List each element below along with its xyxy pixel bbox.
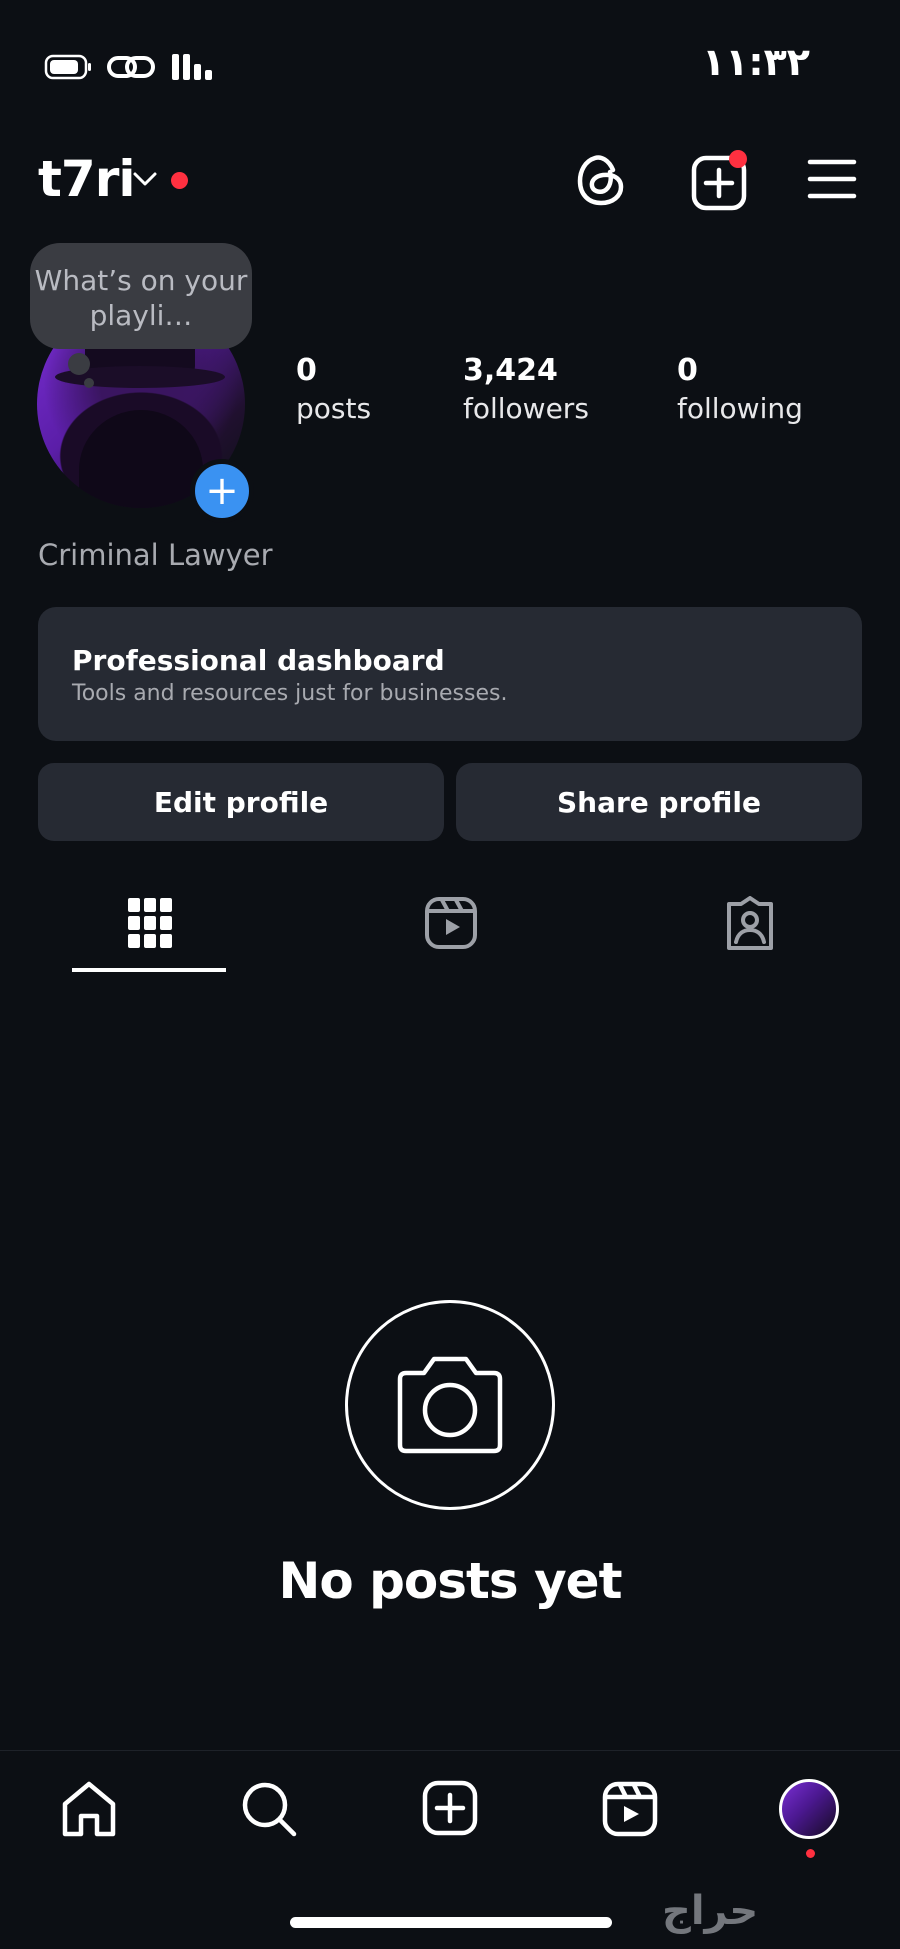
- dashboard-title: Professional dashboard: [72, 644, 445, 677]
- professional-dashboard-card[interactable]: Professional dashboard Tools and resourc…: [38, 607, 862, 741]
- home-indicator[interactable]: [290, 1917, 612, 1928]
- link-icon: [106, 52, 156, 82]
- camera-icon: [392, 1355, 508, 1455]
- stat-value: 3,424: [463, 353, 558, 388]
- edit-profile-button[interactable]: Edit profile: [38, 763, 444, 841]
- search-icon[interactable]: [240, 1780, 298, 1838]
- create-icon[interactable]: [422, 1780, 478, 1836]
- note-bubble[interactable]: What’s on your playli…: [30, 243, 252, 349]
- grid-icon[interactable]: [126, 896, 174, 950]
- reels-tab-icon[interactable]: [424, 895, 478, 951]
- add-story-button[interactable]: +: [190, 459, 254, 523]
- home-icon[interactable]: [60, 1780, 118, 1838]
- bottom-nav-divider: [0, 1750, 900, 1751]
- battery-icon: [44, 54, 92, 80]
- note-bubble-tail-small: [84, 378, 94, 388]
- stat-followers[interactable]: 3,424 followers: [463, 352, 589, 428]
- notification-dot: [171, 172, 188, 189]
- stat-label: followers: [463, 392, 589, 425]
- status-time: ١١:٣٢: [702, 40, 810, 84]
- tagged-icon[interactable]: [723, 896, 777, 952]
- stat-value: 0: [296, 353, 317, 388]
- stat-following[interactable]: 0 following: [677, 352, 803, 428]
- profile-nav-avatar[interactable]: [779, 1779, 839, 1839]
- stat-value: 0: [677, 353, 698, 388]
- signal-icon: [170, 52, 218, 82]
- dashboard-subtitle: Tools and resources just for businesses.: [72, 681, 508, 706]
- stat-label: following: [677, 392, 803, 425]
- note-bubble-tail: [68, 353, 90, 375]
- status-bar-left: [44, 52, 218, 82]
- watermark: حراج: [662, 1888, 759, 1934]
- threads-icon[interactable]: [575, 150, 627, 208]
- menu-icon[interactable]: [807, 158, 857, 200]
- stat-label: posts: [296, 392, 372, 425]
- active-tab-indicator: [72, 968, 226, 972]
- stat-posts[interactable]: 0 posts: [296, 352, 371, 428]
- avatar-figure: [79, 410, 203, 508]
- reels-icon[interactable]: [602, 1781, 658, 1837]
- share-profile-button[interactable]: Share profile: [456, 763, 862, 841]
- create-post-icon[interactable]: [690, 150, 752, 212]
- notification-dot: [806, 1849, 815, 1858]
- empty-state-title: No posts yet: [278, 1552, 623, 1610]
- profile-bio: Criminal Lawyer: [38, 538, 273, 572]
- chevron-down-icon[interactable]: [132, 170, 158, 188]
- username[interactable]: t7ri: [38, 150, 135, 208]
